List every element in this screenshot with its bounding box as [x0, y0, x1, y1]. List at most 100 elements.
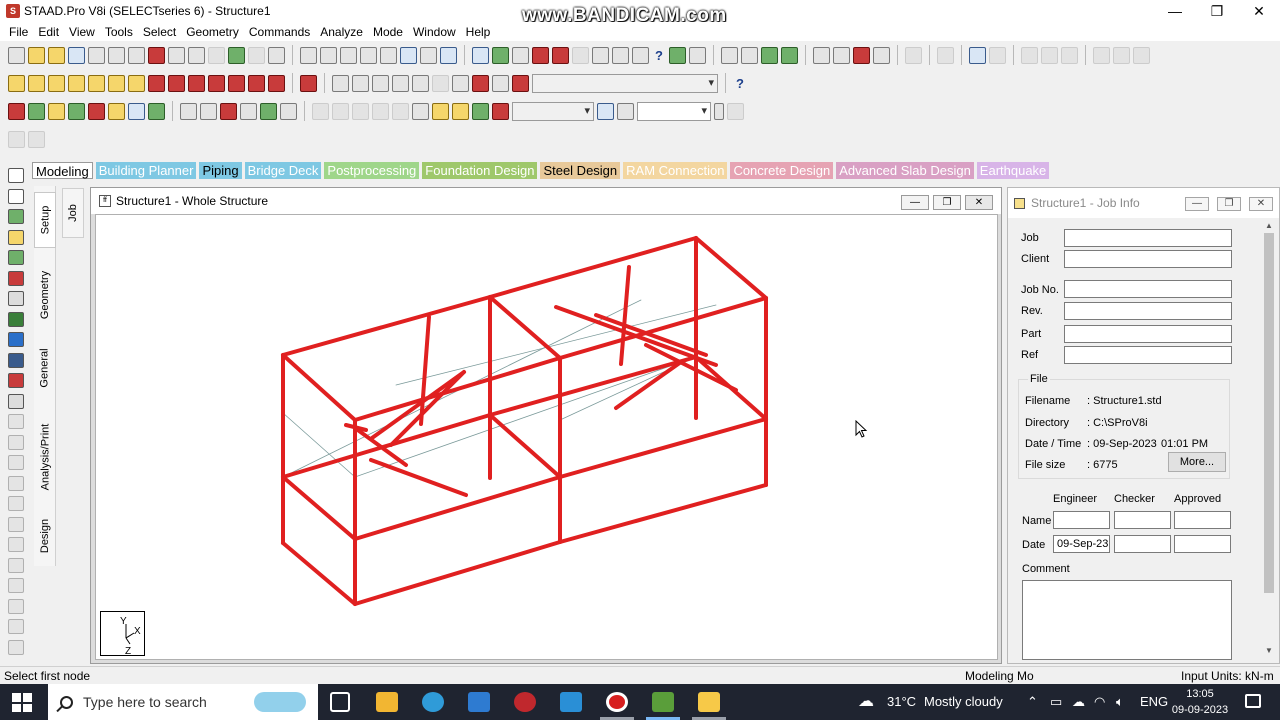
member-select-icon[interactable] — [8, 291, 24, 306]
menu-select[interactable]: Select — [138, 25, 181, 39]
app-red-icon[interactable] — [514, 692, 536, 712]
rotate-icon[interactable] — [781, 46, 798, 64]
node-numbers-icon[interactable] — [180, 102, 197, 120]
picture-album-icon[interactable] — [400, 46, 417, 64]
side-tab-geometry[interactable]: Geometry — [34, 260, 56, 330]
beam-member[interactable] — [488, 236, 698, 299]
view-front-icon[interactable] — [8, 74, 25, 92]
merge-icon[interactable] — [905, 46, 922, 64]
plate-icon[interactable] — [1021, 46, 1038, 64]
grey-tool-8-icon[interactable] — [8, 557, 24, 573]
checker-date-field[interactable] — [1114, 535, 1171, 553]
add-beam-icon[interactable] — [512, 46, 529, 64]
show-hidden-icons-icon[interactable]: ⌃ — [1027, 684, 1038, 720]
view-top-icon[interactable] — [88, 74, 105, 92]
results-1-icon[interactable] — [312, 102, 329, 120]
engineer-name-field[interactable] — [1053, 511, 1110, 529]
scroll-up-icon[interactable]: ▲ — [1262, 219, 1276, 232]
results-3-icon[interactable] — [352, 102, 369, 120]
job-info-close-button[interactable]: ✕ — [1249, 197, 1273, 211]
go-down-icon[interactable] — [727, 102, 744, 120]
mirror-icon[interactable] — [761, 46, 778, 64]
results-6-icon[interactable] — [412, 102, 429, 120]
taskbar-clock[interactable]: 13:05 09-09-2023 — [1168, 686, 1232, 718]
grey-tool-9-icon[interactable] — [8, 578, 24, 593]
view-name-combo[interactable] — [532, 73, 718, 93]
section-i-icon[interactable] — [969, 46, 986, 64]
report-setup-icon[interactable] — [440, 46, 457, 64]
page-tab-building-planner[interactable]: Building Planner — [95, 162, 197, 179]
approved-name-field[interactable] — [1174, 511, 1231, 529]
grey-tool-5-icon[interactable] — [8, 496, 24, 511]
side-tab-design[interactable]: Design — [34, 508, 56, 564]
split-beam-icon[interactable] — [989, 46, 1006, 64]
plate-cursor-icon[interactable] — [572, 46, 589, 64]
beam-member[interactable] — [281, 295, 492, 357]
spinner-icon[interactable] — [714, 102, 724, 120]
delete-icon[interactable] — [148, 46, 165, 64]
view-back-icon[interactable] — [28, 74, 45, 92]
edit-icon[interactable] — [669, 46, 686, 64]
page-tab-piping[interactable]: Piping — [199, 162, 242, 179]
support-icon[interactable] — [28, 102, 45, 120]
menu-window[interactable]: Window — [408, 25, 461, 39]
help-query-icon[interactable]: ? — [733, 76, 747, 91]
measure-icon[interactable] — [612, 46, 629, 64]
grey-tool-6-icon[interactable] — [8, 516, 24, 532]
load-icon[interactable] — [8, 102, 25, 120]
wand-icon[interactable] — [268, 46, 285, 64]
job-info-maximize-button[interactable]: ❐ — [1217, 197, 1241, 211]
symbols-icon[interactable] — [632, 46, 649, 64]
beam-member[interactable] — [694, 236, 768, 300]
check-icon[interactable] — [228, 46, 245, 64]
zoom-pan-icon[interactable] — [452, 74, 469, 92]
beam-member[interactable] — [619, 265, 631, 366]
refresh-icon[interactable] — [240, 102, 257, 120]
material-icon[interactable] — [68, 102, 85, 120]
close-button[interactable]: ✕ — [1238, 0, 1280, 22]
select-pointer-icon[interactable] — [8, 168, 24, 183]
rev-field[interactable] — [1064, 302, 1232, 320]
beam-member[interactable] — [353, 356, 562, 422]
menu-help[interactable]: Help — [461, 25, 496, 39]
weather-icon[interactable]: ☁ — [858, 684, 874, 720]
solid-select-icon[interactable] — [8, 250, 24, 265]
scale-icon[interactable] — [597, 102, 614, 120]
microsoft-store-icon[interactable] — [376, 692, 398, 712]
spin-right-icon[interactable] — [248, 74, 265, 92]
rotate-down-icon[interactable] — [168, 74, 185, 92]
view-from-icon[interactable] — [1093, 46, 1110, 64]
geometry-cursor-icon[interactable] — [8, 270, 24, 286]
property-icon[interactable] — [48, 102, 65, 120]
wifi-icon[interactable]: ◠ — [1094, 684, 1105, 720]
dimension-icon[interactable] — [592, 46, 609, 64]
beam-member[interactable] — [488, 355, 698, 417]
open-file-icon[interactable] — [28, 46, 45, 64]
structure-close-button[interactable]: ✕ — [965, 195, 993, 210]
windows-start-icon[interactable] — [12, 693, 32, 712]
load-case-combo[interactable] — [512, 101, 594, 121]
results-10-icon[interactable] — [492, 102, 509, 120]
maximize-button[interactable]: ❐ — [1196, 0, 1238, 22]
grey-tool-10-icon[interactable] — [8, 598, 24, 614]
job-info-minimize-button[interactable]: — — [1185, 197, 1209, 211]
page-tab-bridge-deck[interactable]: Bridge Deck — [244, 162, 322, 179]
results-9-icon[interactable] — [472, 102, 489, 120]
scroll-down-icon[interactable]: ▼ — [1262, 644, 1276, 657]
results-4-icon[interactable] — [372, 102, 389, 120]
intersect-icon[interactable] — [873, 46, 890, 64]
translational-repeat-icon[interactable] — [721, 46, 738, 64]
approved-date-field[interactable] — [1174, 535, 1231, 553]
job-field[interactable] — [1064, 229, 1232, 247]
solid-icon[interactable] — [1041, 46, 1058, 64]
beam-member[interactable] — [558, 483, 768, 544]
dynamic-rotate-icon[interactable] — [268, 74, 285, 92]
side-tab-analysis-print[interactable]: Analysis/Print — [34, 414, 56, 500]
page-tab-steel-design[interactable]: Steel Design — [540, 162, 621, 179]
print-setup-icon[interactable] — [340, 46, 357, 64]
menu-commands[interactable]: Commands — [244, 25, 315, 39]
beam-member[interactable] — [281, 475, 357, 541]
beam-member[interactable] — [558, 296, 768, 360]
spec-select-icon[interactable] — [8, 352, 24, 368]
job-info-scrollbar[interactable]: ▲ ▼ — [1262, 219, 1276, 659]
